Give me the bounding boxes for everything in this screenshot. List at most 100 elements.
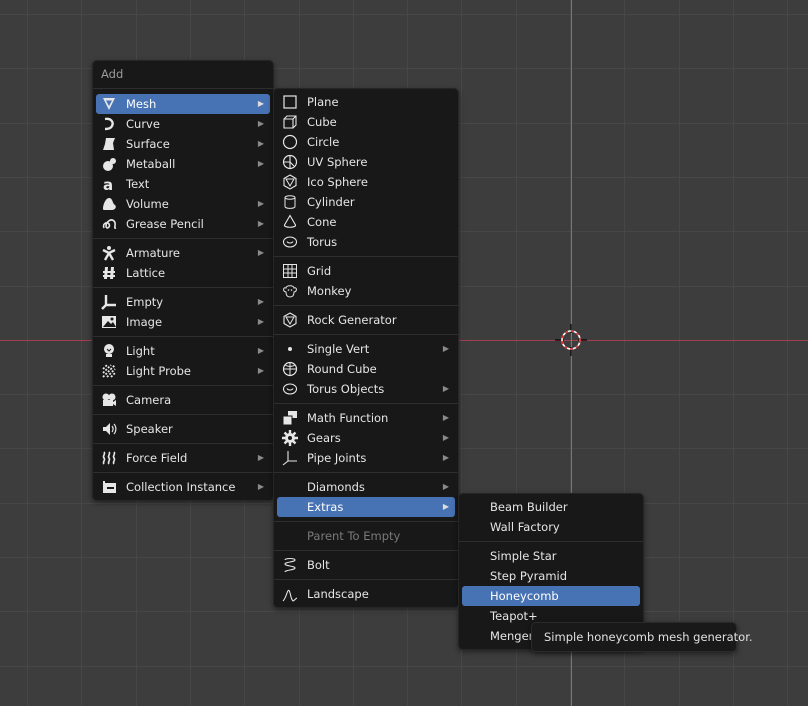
mesh-menu-item-circle[interactable]: Circle	[277, 132, 455, 152]
mesh-menu-item-round-cube[interactable]: Round Cube	[277, 359, 455, 379]
grid-line-vertical	[27, 0, 28, 706]
grid-line-vertical	[679, 0, 680, 706]
menu-separator	[274, 472, 458, 473]
add-menu-item-armature[interactable]: Armature ▶	[96, 243, 270, 263]
mesh-menu-item-label: Ico Sphere	[307, 175, 368, 189]
mesh-menu-item-grid[interactable]: Grid	[277, 261, 455, 281]
tooltip: Simple honeycomb mesh generator.	[531, 622, 753, 652]
mesh-menu-item-pipe-joints[interactable]: Pipe Joints ▶	[277, 448, 455, 468]
mesh-menu-item-ico-sphere[interactable]: Ico Sphere	[277, 172, 455, 192]
add-menu-item-label: Curve	[126, 117, 160, 131]
mesh-menu-item-torus-objects[interactable]: Torus Objects ▶	[277, 379, 455, 399]
mesh-menu-item-monkey[interactable]: Monkey	[277, 281, 455, 301]
mesh-menu-item-single-vert[interactable]: Single Vert ▶	[277, 339, 455, 359]
mesh-menu-item-gears[interactable]: Gears ▶	[277, 428, 455, 448]
torus-icon	[282, 236, 298, 248]
add-menu-item-label: Grease Pencil	[126, 217, 204, 231]
grid-line-horizontal	[0, 14, 808, 15]
mesh-menu-item-label: Extras	[307, 500, 344, 514]
add-menu-item-curve[interactable]: Curve ▶	[96, 114, 270, 134]
torus-objects-icon	[282, 383, 298, 395]
menu-separator	[274, 521, 458, 522]
extras-menu-item-honeycomb[interactable]: Honeycomb	[462, 586, 640, 606]
submenu-arrow-icon: ▶	[442, 413, 449, 422]
menu-separator	[93, 336, 273, 337]
add-menu-item-metaball[interactable]: Metaball ▶	[96, 154, 270, 174]
add-menu-item-camera[interactable]: Camera	[96, 390, 270, 410]
grid-line-vertical	[733, 0, 734, 706]
extras-menu-item-label: Wall Factory	[490, 520, 560, 534]
3d-cursor-icon[interactable]	[555, 324, 587, 356]
extras-menu-item-label: Step Pyramid	[490, 569, 568, 583]
mesh-menu-item-cube[interactable]: Cube	[277, 112, 455, 132]
mesh-menu-item-landscape[interactable]: Landscape	[277, 584, 455, 604]
cone-icon	[283, 214, 297, 228]
add-menu-item-label: Speaker	[126, 422, 173, 436]
add-menu-item-label: Camera	[126, 393, 172, 407]
add-menu-item-label: Mesh	[126, 97, 157, 111]
mesh-menu-item-plane[interactable]: Plane	[277, 92, 455, 112]
submenu-arrow-icon: ▶	[257, 219, 264, 228]
add-menu-item-light[interactable]: Light ▶	[96, 341, 270, 361]
menu-separator	[274, 579, 458, 580]
add-menu-item-volume[interactable]: Volume ▶	[96, 194, 270, 214]
mesh-menu-item-uv-sphere[interactable]: UV Sphere	[277, 152, 455, 172]
text-icon: a	[103, 176, 113, 192]
grease-pencil-icon	[102, 219, 117, 229]
mesh-menu-item-extras[interactable]: Extras ▶	[277, 497, 455, 517]
add-menu-item-empty[interactable]: Empty ▶	[96, 292, 270, 312]
mesh-menu-item-label: Round Cube	[307, 362, 377, 376]
cube-icon	[283, 115, 297, 129]
mesh-menu-item-cylinder[interactable]: Cylinder	[277, 192, 455, 212]
grid-line-horizontal	[0, 666, 808, 667]
add-menu-item-force-field[interactable]: Force Field ▶	[96, 448, 270, 468]
submenu-arrow-icon: ▶	[442, 344, 449, 353]
cylinder-icon	[284, 195, 296, 209]
mesh-menu-item-rock-generator[interactable]: Rock Generator	[277, 310, 455, 330]
add-menu-item-surface[interactable]: Surface ▶	[96, 134, 270, 154]
add-menu-item-mesh[interactable]: Mesh ▶	[96, 94, 270, 114]
extras-menu-item-step-pyramid[interactable]: Step Pyramid	[462, 566, 640, 586]
mesh-menu-item-label: Parent To Empty	[307, 529, 401, 543]
add-menu-item-image[interactable]: Image ▶	[96, 312, 270, 332]
submenu-arrow-icon: ▶	[257, 317, 264, 326]
mesh-menu-item-label: UV Sphere	[307, 155, 368, 169]
mesh-menu-item-bolt[interactable]: Bolt	[277, 555, 455, 575]
empty-icon	[101, 295, 116, 310]
submenu-arrow-icon: ▶	[257, 366, 264, 375]
submenu-arrow-icon: ▶	[257, 248, 264, 257]
mesh-menu-item-torus[interactable]: Torus	[277, 232, 455, 252]
extras-menu-item-wall-factory[interactable]: Wall Factory	[462, 517, 640, 537]
submenu-arrow-icon: ▶	[257, 346, 264, 355]
mesh-menu-item-parent-to-empty: Parent To Empty	[277, 526, 455, 546]
mesh-menu-item-label: Pipe Joints	[307, 451, 367, 465]
menu-separator	[274, 550, 458, 551]
mesh-menu-item-label: Circle	[307, 135, 340, 149]
add-menu-item-light-probe[interactable]: Light Probe ▶	[96, 361, 270, 381]
add-menu-item-text[interactable]: a Text	[96, 174, 270, 194]
mesh-menu-item-label: Diamonds	[307, 480, 365, 494]
submenu-arrow-icon: ▶	[257, 199, 264, 208]
mesh-menu-item-label: Single Vert	[307, 342, 370, 356]
plane-icon	[283, 95, 297, 109]
add-menu-item-collection-instance[interactable]: Collection Instance ▶	[96, 477, 270, 497]
light-probe-icon	[102, 364, 116, 378]
extras-menu-item-beam-builder[interactable]: Beam Builder	[462, 497, 640, 517]
mesh-menu-item-cone[interactable]: Cone	[277, 212, 455, 232]
mesh-icon	[103, 98, 115, 110]
bolt-icon	[284, 557, 296, 573]
add-menu-item-lattice[interactable]: Lattice	[96, 263, 270, 283]
add-menu-item-label: Volume	[126, 197, 169, 211]
extras-menu-item-simple-star[interactable]: Simple Star	[462, 546, 640, 566]
add-menu-item-label: Armature	[126, 246, 180, 260]
mesh-menu-item-diamonds[interactable]: Diamonds ▶	[277, 477, 455, 497]
extras-menu-item-label: Beam Builder	[490, 500, 568, 514]
add-menu-title: Add	[93, 61, 273, 89]
mesh-menu-item-math-function[interactable]: Math Function ▶	[277, 408, 455, 428]
collection-instance-icon	[103, 481, 116, 493]
add-menu-item-speaker[interactable]: Speaker	[96, 419, 270, 439]
add-menu-item-grease-pencil[interactable]: Grease Pencil ▶	[96, 214, 270, 234]
mesh-menu-item-label: Gears	[307, 431, 341, 445]
volume-icon	[103, 198, 116, 210]
mesh-menu-item-label: Monkey	[307, 284, 352, 298]
